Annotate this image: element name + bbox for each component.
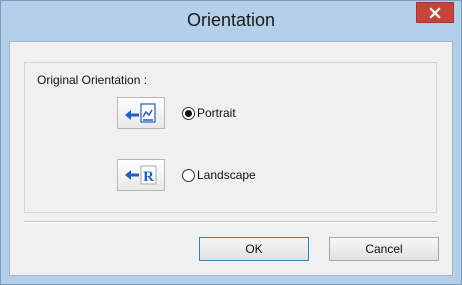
close-icon	[429, 6, 441, 19]
portrait-radio[interactable]	[182, 106, 195, 120]
orientation-dialog: Orientation Original Orientation : Portr…	[0, 0, 462, 285]
dialog-body: Original Orientation : Portrait R Landsc…	[9, 41, 453, 276]
portrait-option[interactable]: Portrait	[117, 97, 236, 129]
close-button[interactable]	[416, 2, 454, 23]
landscape-option[interactable]: R Landscape	[117, 159, 256, 191]
group-label: Original Orientation :	[37, 73, 148, 87]
cancel-button[interactable]: Cancel	[329, 237, 439, 261]
svg-text:R: R	[143, 169, 154, 185]
dialog-title: Orientation	[186, 10, 276, 30]
title-bar[interactable]: Orientation	[1, 1, 461, 41]
portrait-orientation-icon[interactable]	[117, 97, 165, 129]
landscape-radio[interactable]	[182, 168, 195, 182]
portrait-label[interactable]: Portrait	[197, 106, 236, 120]
divider	[24, 221, 437, 223]
landscape-orientation-icon[interactable]: R	[117, 159, 165, 191]
ok-button[interactable]: OK	[199, 237, 309, 261]
original-orientation-group: Original Orientation : Portrait R Landsc…	[24, 62, 437, 213]
landscape-label[interactable]: Landscape	[197, 168, 256, 182]
